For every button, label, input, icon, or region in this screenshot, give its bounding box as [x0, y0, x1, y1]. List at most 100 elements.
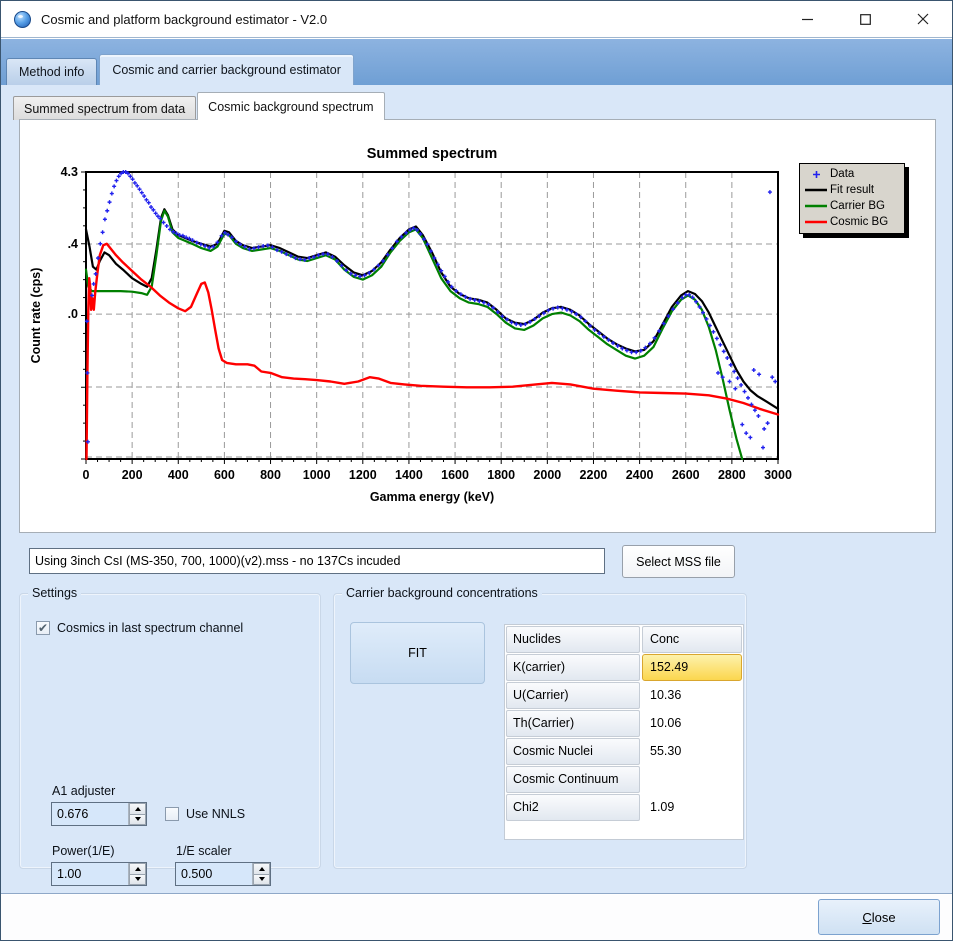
- conc-cell[interactable]: 10.36: [642, 682, 742, 709]
- conc-cell[interactable]: 10.06: [642, 710, 742, 737]
- series-line-icon: [804, 204, 828, 208]
- scaler-down-button[interactable]: [253, 875, 270, 886]
- settings-group: Settings ✔ Cosmics in last spectrum chan…: [19, 593, 321, 869]
- table-row: U(Carrier)10.36: [506, 682, 742, 709]
- svg-text:2200: 2200: [580, 468, 608, 482]
- power-label: Power(1/E): [52, 844, 115, 858]
- svg-text:2000: 2000: [533, 468, 561, 482]
- svg-text:2800: 2800: [718, 468, 746, 482]
- power-down-button[interactable]: [129, 875, 146, 886]
- svg-text:2600: 2600: [672, 468, 700, 482]
- scaler-stepper[interactable]: 0.500: [175, 862, 271, 886]
- minimize-button[interactable]: [778, 1, 836, 37]
- series-line-icon: [804, 220, 828, 224]
- nuclide-cell[interactable]: Chi2: [506, 794, 640, 821]
- legend-item: Data: [804, 166, 900, 182]
- cosmics-last-channel-checkbox[interactable]: ✔ Cosmics in last spectrum channel: [36, 621, 243, 635]
- svg-text:4.3: 4.3: [61, 165, 78, 179]
- nuclide-table: NuclidesConcK(carrier)152.49U(Carrier)10…: [504, 624, 744, 840]
- header-conc[interactable]: Conc: [642, 626, 742, 653]
- table-row: Cosmic Continuum: [506, 766, 742, 793]
- legend-label: Carrier BG: [830, 200, 885, 212]
- summed-spectrum-chart: 0 200 400 600 800 1000 1200 1400 1600 1800 2000 220…: [20, 120, 935, 532]
- file-row: Select MSS file: [1, 545, 953, 585]
- legend-item: Carrier BG: [804, 198, 900, 214]
- power-stepper[interactable]: 1.00: [51, 862, 147, 886]
- checkbox-box: [165, 807, 179, 821]
- table-header-row: NuclidesConc: [506, 626, 742, 653]
- conc-cell[interactable]: 1.09: [642, 794, 742, 821]
- close-button[interactable]: Close: [818, 899, 940, 935]
- svg-text:800: 800: [260, 468, 281, 482]
- chart-panel: 0 200 400 600 800 1000 1200 1400 1600 1800 2000 220…: [19, 119, 936, 533]
- svg-text:2400: 2400: [626, 468, 654, 482]
- main-tab-1[interactable]: Cosmic and carrier background estimator: [99, 54, 354, 85]
- svg-text:1400: 1400: [395, 468, 423, 482]
- series-line-icon: [804, 188, 828, 192]
- spectrum-tab-0[interactable]: Summed spectrum from data: [13, 96, 196, 120]
- carrier-group-label: Carrier background concentrations: [342, 586, 542, 600]
- fit-button[interactable]: FIT: [350, 622, 485, 684]
- titlebar: Cosmic and platform background estimator…: [1, 1, 952, 38]
- mss-file-path-input[interactable]: [29, 548, 605, 574]
- a1-adjuster-stepper[interactable]: 0.676: [51, 802, 147, 826]
- svg-text:Gamma energy (keV): Gamma energy (keV): [370, 490, 494, 504]
- use-nnls-checkbox[interactable]: Use NNLS: [165, 807, 245, 821]
- conc-cell[interactable]: 55.30: [642, 738, 742, 765]
- table-row: Cosmic Nuclei55.30: [506, 738, 742, 765]
- scaler-label: 1/E scaler: [176, 844, 232, 858]
- scaler-up-button[interactable]: [253, 863, 270, 875]
- table-row: K(carrier)152.49: [506, 654, 742, 681]
- data-marker-icon: [804, 170, 828, 179]
- svg-text:1800: 1800: [487, 468, 515, 482]
- bottom-bar: Close: [1, 895, 952, 941]
- spectrum-tab-1[interactable]: Cosmic background spectrum: [197, 92, 384, 120]
- carrier-concentrations-group: Carrier background concentrations FIT Nu…: [333, 593, 747, 869]
- conc-cell-selected[interactable]: 152.49: [642, 654, 742, 681]
- nuclide-cell[interactable]: Th(Carrier): [506, 710, 640, 737]
- a1-adjuster-label: A1 adjuster: [52, 784, 115, 798]
- a1-up-button[interactable]: [129, 803, 146, 815]
- legend-item: Fit result: [804, 182, 900, 198]
- svg-text:.0: .0: [68, 307, 78, 321]
- svg-text:3000: 3000: [764, 468, 792, 482]
- legend-label: Data: [830, 168, 854, 180]
- header-nuclides[interactable]: Nuclides: [506, 626, 640, 653]
- table-row: Chi21.09: [506, 794, 742, 821]
- power-up-button[interactable]: [129, 863, 146, 875]
- checkbox-check-icon: ✔: [36, 621, 50, 635]
- main-tab-0[interactable]: Method info: [6, 58, 97, 85]
- app-window: Cosmic and platform background estimator…: [0, 0, 953, 941]
- legend-label: Cosmic BG: [830, 216, 888, 228]
- maximize-button[interactable]: [836, 1, 894, 37]
- settings-group-label: Settings: [28, 586, 81, 600]
- svg-text:1000: 1000: [303, 468, 331, 482]
- svg-text:400: 400: [168, 468, 189, 482]
- svg-text:0: 0: [83, 468, 90, 482]
- main-tab-strip: Method infoCosmic and carrier background…: [1, 39, 952, 85]
- svg-text:1200: 1200: [349, 468, 377, 482]
- nuclide-cell[interactable]: Cosmic Nuclei: [506, 738, 640, 765]
- window-title: Cosmic and platform background estimator…: [41, 12, 327, 27]
- table-empty-area: [506, 822, 742, 838]
- svg-text:200: 200: [122, 468, 143, 482]
- legend-label: Fit result: [830, 184, 874, 196]
- svg-text:1600: 1600: [441, 468, 469, 482]
- chart-legend: Data Fit result Carrier BG Cosmic BG: [799, 163, 905, 234]
- a1-down-button[interactable]: [129, 815, 146, 826]
- svg-text:Count rate (cps): Count rate (cps): [29, 268, 43, 364]
- close-window-button[interactable]: [894, 1, 952, 37]
- legend-item: Cosmic BG: [804, 214, 900, 230]
- conc-cell[interactable]: [642, 766, 742, 793]
- app-icon: [14, 11, 31, 28]
- table-row: Th(Carrier)10.06: [506, 710, 742, 737]
- svg-text:Summed spectrum: Summed spectrum: [367, 146, 498, 162]
- spectrum-tab-strip: Summed spectrum from dataCosmic backgrou…: [13, 92, 386, 120]
- nuclide-cell[interactable]: K(carrier): [506, 654, 640, 681]
- nuclide-cell[interactable]: Cosmic Continuum: [506, 766, 640, 793]
- tab-page: Summed spectrum from dataCosmic backgrou…: [1, 85, 953, 894]
- svg-text:.4: .4: [68, 237, 78, 251]
- select-mss-file-button[interactable]: Select MSS file: [622, 545, 735, 578]
- svg-text:600: 600: [214, 468, 235, 482]
- nuclide-cell[interactable]: U(Carrier): [506, 682, 640, 709]
